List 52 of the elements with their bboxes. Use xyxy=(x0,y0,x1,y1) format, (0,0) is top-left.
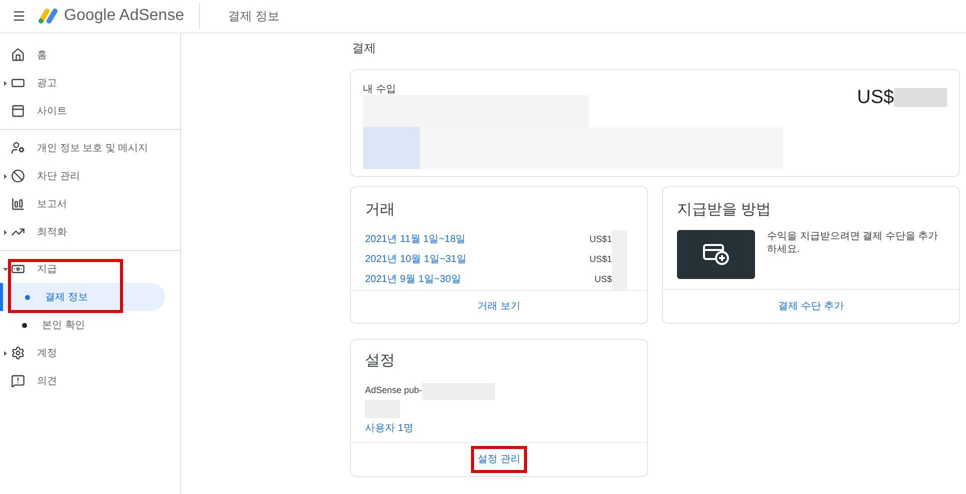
amount-text: US$1 xyxy=(589,232,612,246)
nav-icon xyxy=(11,374,25,388)
caret-icon xyxy=(3,350,8,356)
users-link[interactable]: 사용자 1명 xyxy=(365,420,633,436)
section-title: 결제 xyxy=(351,40,377,57)
nav-icon xyxy=(11,141,25,155)
card-title: 지급받을 방법 xyxy=(677,200,772,220)
nav-item[interactable]: 개인 정보 보호 및 메시지 xyxy=(0,134,180,162)
payment-description: 수익을 지급받으려면 결제 수단을 추가하세요. xyxy=(767,230,940,256)
nav-subitem[interactable]: 본인 확인 xyxy=(0,311,165,339)
nav-icon xyxy=(11,76,25,90)
period-link[interactable]: 2021년 10월 1일~31일 xyxy=(365,252,590,267)
nav-item[interactable]: 차단 관리 xyxy=(0,162,180,190)
nav-icon xyxy=(11,262,25,276)
view-transactions-link[interactable]: 거래 보기 xyxy=(478,299,520,314)
nav-item[interactable]: 최적화 xyxy=(0,218,180,246)
nav-icon xyxy=(11,346,25,360)
nav-icon xyxy=(11,104,25,118)
period-link[interactable]: 2021년 9월 1일~30일 xyxy=(365,272,594,287)
nav-icon xyxy=(11,48,25,62)
logo-icon xyxy=(38,8,58,24)
caret-icon xyxy=(3,266,8,272)
nav-item[interactable]: 보고서 xyxy=(0,190,180,218)
nav-item[interactable]: 계정 xyxy=(0,339,180,367)
add-payment-link[interactable]: 결제 수단 추가 xyxy=(778,299,844,314)
amount-text: US$ xyxy=(594,272,612,286)
redaction-block xyxy=(894,88,947,107)
earnings-amount: US$ xyxy=(857,86,894,110)
manage-settings-link[interactable]: 설정 관리 xyxy=(470,446,528,473)
period-link[interactable]: 2021년 11월 1일~18일 xyxy=(365,232,590,247)
caret-icon xyxy=(3,174,8,178)
nav-icon xyxy=(11,169,25,183)
card-title: 설정 xyxy=(365,351,396,371)
account-id: AdSense pub- xyxy=(365,384,422,398)
card-add-icon xyxy=(702,242,730,266)
menu-icon[interactable] xyxy=(12,9,26,23)
nav-item[interactable]: 홈 xyxy=(0,41,180,69)
nav-item[interactable]: 의견 xyxy=(0,367,180,395)
nav-item[interactable]: 광고 xyxy=(0,69,180,97)
caret-icon xyxy=(3,230,8,234)
bullet-icon xyxy=(22,322,27,328)
caret-icon xyxy=(3,80,8,86)
nav-icon xyxy=(11,197,25,211)
amount-text: US$1 xyxy=(589,252,612,266)
nav-subitem[interactable]: 결제 정보 xyxy=(0,283,165,311)
nav-item[interactable]: 사이트 xyxy=(0,97,180,125)
earnings-label: 내 수입 xyxy=(363,83,397,97)
page-title: 결제 정보 xyxy=(228,8,280,25)
card-title: 거래 xyxy=(365,200,396,220)
brand-name: Google AdSense xyxy=(64,6,184,26)
nav-item[interactable]: 지급 xyxy=(0,255,180,283)
bullet-icon xyxy=(25,294,30,300)
